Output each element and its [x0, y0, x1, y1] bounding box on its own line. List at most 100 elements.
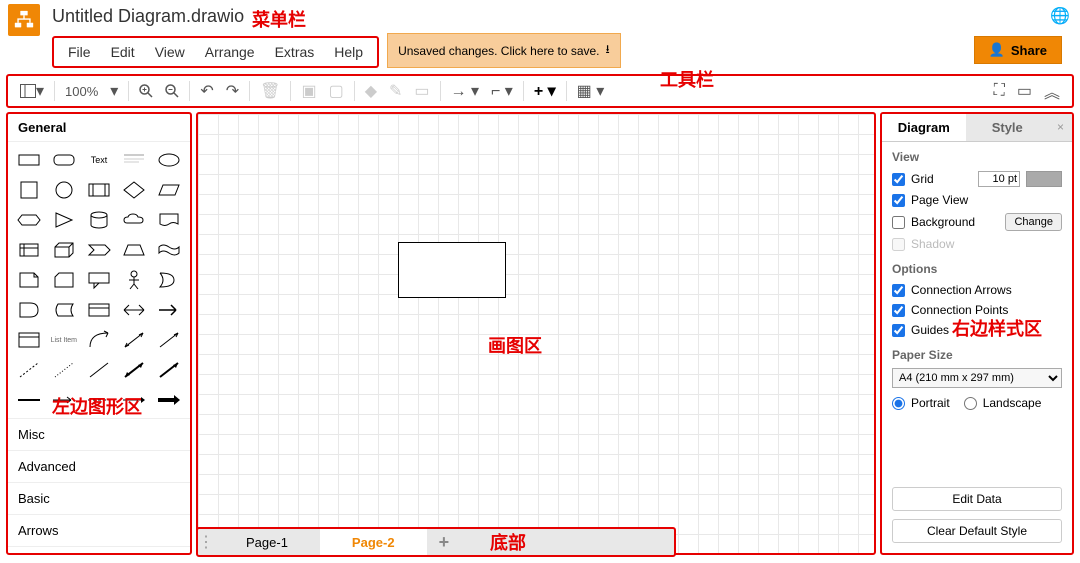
more-shapes-button[interactable]: + More Shapes...	[8, 546, 190, 555]
misc-section[interactable]: Misc	[8, 418, 190, 450]
general-section[interactable]: General	[8, 114, 190, 142]
shape-dotted-line[interactable]	[47, 356, 80, 384]
shape-document[interactable]	[153, 206, 186, 234]
grid-color-swatch[interactable]	[1026, 171, 1062, 187]
shape-line2[interactable]	[82, 356, 115, 384]
shape-cylinder[interactable]	[82, 206, 115, 234]
table-icon[interactable]: ▦ ▾	[571, 77, 611, 105]
grid-checkbox[interactable]	[892, 173, 905, 186]
to-front-icon[interactable]: ▣	[295, 77, 322, 105]
line-color-icon[interactable]: ✎	[383, 77, 408, 105]
arrows-section[interactable]: Arrows	[8, 514, 190, 546]
shape-or[interactable]	[153, 266, 186, 294]
conn-arrows-checkbox[interactable]	[892, 284, 905, 297]
basic-section[interactable]: Basic	[8, 482, 190, 514]
shape-square[interactable]	[12, 176, 45, 204]
landscape-radio[interactable]	[964, 397, 977, 410]
tab-style[interactable]: Style	[966, 114, 1050, 141]
paper-size-select[interactable]: A4 (210 mm x 297 mm)	[892, 368, 1062, 388]
shape-arrow[interactable]	[153, 296, 186, 324]
zoom-in-icon[interactable]	[133, 80, 159, 102]
menu-view[interactable]: View	[145, 40, 195, 64]
page-tab-1[interactable]: Page-1	[214, 529, 320, 555]
shape-data-storage[interactable]	[47, 296, 80, 324]
shape-container[interactable]	[82, 296, 115, 324]
zoom-value[interactable]: 100%	[59, 82, 104, 101]
shadow-tool-icon[interactable]: ▭	[408, 77, 435, 105]
canvas[interactable]	[196, 112, 876, 555]
delete-icon[interactable]: 🗑	[254, 77, 286, 105]
shape-cloud[interactable]	[118, 206, 151, 234]
fill-color-icon[interactable]: ◆	[359, 77, 383, 105]
shape-list[interactable]	[12, 326, 45, 354]
add-page-button[interactable]: +	[427, 529, 462, 555]
shape-link-block[interactable]	[153, 386, 186, 414]
shape-note[interactable]	[12, 266, 45, 294]
share-button[interactable]: 👤 Share	[974, 36, 1062, 64]
shape-list-label[interactable]: List Item	[47, 326, 80, 354]
waypoint-icon[interactable]: ⌐ ▾	[485, 77, 519, 105]
clear-style-button[interactable]: Clear Default Style	[892, 519, 1062, 543]
shape-bidirectional[interactable]	[118, 296, 151, 324]
advanced-section[interactable]: Advanced	[8, 450, 190, 482]
guides-checkbox[interactable]	[892, 324, 905, 337]
globe-icon[interactable]: 🌐	[1050, 6, 1070, 26]
page-tab-2[interactable]: Page-2	[320, 529, 427, 555]
tab-grip-icon[interactable]: ⋮	[198, 529, 214, 555]
shape-process[interactable]	[82, 176, 115, 204]
shape-bi-arrow-thin[interactable]	[118, 326, 151, 354]
menu-file[interactable]: File	[58, 40, 101, 64]
shape-and[interactable]	[12, 296, 45, 324]
to-back-icon[interactable]: ▢	[323, 77, 350, 105]
shape-link-h[interactable]	[12, 386, 45, 414]
shape-ellipse[interactable]	[153, 146, 186, 174]
menu-help[interactable]: Help	[324, 40, 373, 64]
shape-bidi-diag[interactable]	[118, 356, 151, 384]
shape-parallelogram[interactable]	[153, 176, 186, 204]
shape-step[interactable]	[82, 236, 115, 264]
shape-text[interactable]: Text	[82, 146, 115, 174]
zoom-out-icon[interactable]	[159, 80, 185, 102]
collapse-icon[interactable]: ︽	[1038, 75, 1066, 107]
conn-points-checkbox[interactable]	[892, 304, 905, 317]
shape-callout[interactable]	[82, 266, 115, 294]
shape-rounded[interactable]	[47, 146, 80, 174]
shape-circle[interactable]	[47, 176, 80, 204]
tab-diagram[interactable]: Diagram	[882, 114, 966, 141]
shape-heading[interactable]	[118, 146, 151, 174]
shape-internal-storage[interactable]	[12, 236, 45, 264]
shape-arrow-diag[interactable]	[153, 326, 186, 354]
unsaved-banner[interactable]: Unsaved changes. Click here to save. ⭳	[387, 33, 621, 68]
rectangle-shape[interactable]	[398, 242, 506, 298]
zoom-dropdown-icon[interactable]: ▾	[104, 77, 124, 105]
shape-link-dash[interactable]	[82, 386, 115, 414]
menu-edit[interactable]: Edit	[101, 40, 145, 64]
undo-icon[interactable]: ↶	[194, 77, 219, 105]
shape-rect[interactable]	[12, 146, 45, 174]
shape-cube[interactable]	[47, 236, 80, 264]
shape-trapezoid[interactable]	[118, 236, 151, 264]
format-panel-icon[interactable]: ▭	[1011, 75, 1038, 107]
shape-diamond[interactable]	[118, 176, 151, 204]
grid-size-input[interactable]	[978, 171, 1020, 187]
shape-triangle[interactable]	[47, 206, 80, 234]
shape-tape[interactable]	[153, 236, 186, 264]
shape-arrow-thick[interactable]	[153, 356, 186, 384]
shape-card[interactable]	[47, 266, 80, 294]
fullscreen-icon[interactable]: ⛶	[988, 75, 1011, 107]
menu-arrange[interactable]: Arrange	[195, 40, 265, 64]
menu-extras[interactable]: Extras	[265, 40, 325, 64]
shape-actor[interactable]	[118, 266, 151, 294]
change-bg-button[interactable]: Change	[1005, 213, 1062, 231]
shape-link-arrow[interactable]	[47, 386, 80, 414]
document-title[interactable]: Untitled Diagram.drawio	[52, 4, 1072, 33]
edit-data-button[interactable]: Edit Data	[892, 487, 1062, 511]
shape-curve[interactable]	[82, 326, 115, 354]
shape-dashed-line[interactable]	[12, 356, 45, 384]
view-mode-icon[interactable]: ▾	[14, 77, 50, 105]
close-panel-icon[interactable]: ×	[1049, 114, 1072, 141]
insert-icon[interactable]: + ▾	[528, 77, 562, 105]
shape-link-thin[interactable]	[118, 386, 151, 414]
pageview-checkbox[interactable]	[892, 194, 905, 207]
portrait-radio[interactable]	[892, 397, 905, 410]
